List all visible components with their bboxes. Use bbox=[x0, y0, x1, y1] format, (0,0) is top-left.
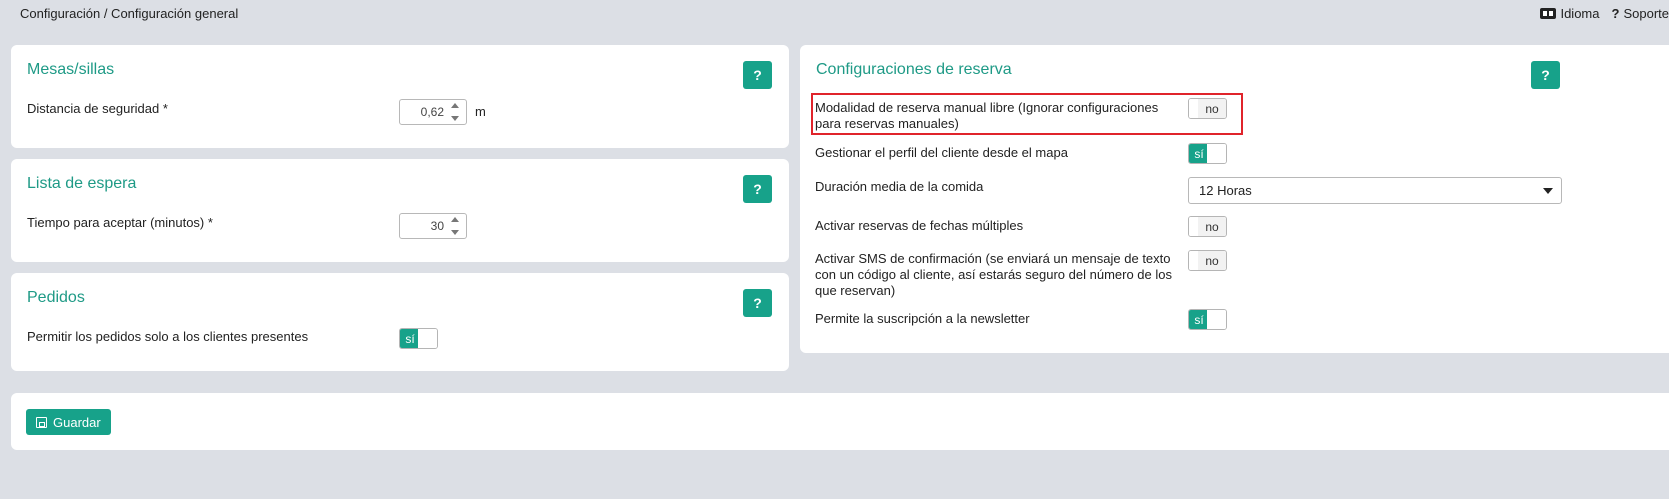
help-button[interactable]: ? bbox=[1531, 61, 1560, 89]
breadcrumb: Configuración / Configuración general bbox=[20, 5, 239, 21]
manual-free-toggle[interactable]: no bbox=[1188, 98, 1227, 119]
waitlist-card: Lista de espera ? Tiempo para aceptar (m… bbox=[11, 159, 789, 262]
spin-down-icon[interactable] bbox=[451, 116, 459, 121]
newsletter-toggle[interactable]: sí bbox=[1188, 309, 1227, 330]
accept-time-label: Tiempo para aceptar (minutos) * bbox=[27, 215, 213, 230]
language-label: Idioma bbox=[1560, 5, 1600, 21]
toggle-off-label: no bbox=[1198, 251, 1226, 270]
multi-date-label: Activar reservas de fechas múltiples bbox=[815, 218, 1024, 233]
toggle-off-label: no bbox=[1198, 99, 1226, 118]
manual-free-label: Modalidad de reserva manual libre (Ignor… bbox=[815, 100, 1159, 131]
sms-label: Activar SMS de confirmación (se enviará … bbox=[815, 251, 1172, 298]
meal-duration-label: Duración media de la comida bbox=[815, 179, 984, 194]
help-button[interactable]: ? bbox=[743, 61, 772, 89]
language-menu[interactable]: Idioma bbox=[1540, 5, 1600, 21]
top-right-menu: Idioma ? Soporte bbox=[1540, 6, 1669, 21]
spinner-arrows[interactable] bbox=[450, 217, 460, 235]
card-title: Mesas/sillas bbox=[27, 61, 115, 78]
newsletter-label: Permite la suscripción a la newsletter bbox=[815, 311, 1030, 326]
language-icon bbox=[1540, 7, 1557, 19]
spin-down-icon[interactable] bbox=[451, 230, 459, 235]
toggle-on-label: sí bbox=[400, 329, 420, 348]
accept-time-input[interactable]: 30 bbox=[399, 213, 467, 239]
present-only-toggle[interactable]: sí bbox=[399, 328, 438, 349]
save-icon bbox=[36, 416, 47, 428]
unit-label: m bbox=[475, 104, 486, 119]
client-profile-toggle[interactable]: sí bbox=[1188, 143, 1227, 164]
save-label: Guardar bbox=[53, 414, 101, 430]
question-icon: ? bbox=[1611, 5, 1620, 21]
sms-toggle[interactable]: no bbox=[1188, 250, 1227, 271]
present-only-label: Permitir los pedidos solo a los clientes… bbox=[27, 329, 309, 344]
card-title: Configuraciones de reserva bbox=[816, 61, 1012, 78]
card-title: Lista de espera bbox=[27, 175, 137, 192]
top-bar: Configuración / Configuración general Id… bbox=[0, 0, 1669, 26]
toggle-knob bbox=[418, 329, 437, 348]
meal-duration-value: 12 Horas bbox=[1199, 183, 1252, 198]
spin-up-icon[interactable] bbox=[451, 103, 459, 108]
help-button[interactable]: ? bbox=[743, 175, 772, 203]
meal-duration-select[interactable]: 12 Horas bbox=[1188, 177, 1562, 204]
toggle-knob bbox=[1207, 144, 1226, 163]
footer-card: Guardar bbox=[11, 393, 1669, 450]
orders-card: Pedidos ? Permitir los pedidos solo a lo… bbox=[11, 273, 789, 371]
support-menu[interactable]: ? Soporte bbox=[1612, 6, 1669, 21]
toggle-off-label: no bbox=[1198, 217, 1226, 236]
support-label: Soporte bbox=[1623, 5, 1669, 21]
chevron-down-icon bbox=[1543, 188, 1553, 194]
reservation-card: Configuraciones de reserva ? Modalidad d… bbox=[800, 45, 1669, 353]
toggle-on-label: sí bbox=[1189, 310, 1209, 329]
tables-card: Mesas/sillas ? Distancia de seguridad * … bbox=[11, 45, 789, 148]
multi-date-toggle[interactable]: no bbox=[1188, 216, 1227, 237]
spin-up-icon[interactable] bbox=[451, 217, 459, 222]
client-profile-label: Gestionar el perfil del cliente desde el… bbox=[815, 145, 1068, 160]
safety-distance-input[interactable]: 0,62 bbox=[399, 99, 467, 125]
toggle-on-label: sí bbox=[1189, 144, 1209, 163]
help-button[interactable]: ? bbox=[743, 289, 772, 317]
safety-distance-label: Distancia de seguridad * bbox=[27, 101, 168, 116]
accept-time-value: 30 bbox=[430, 219, 444, 233]
toggle-knob bbox=[1207, 310, 1226, 329]
card-title: Pedidos bbox=[27, 289, 85, 306]
safety-distance-value: 0,62 bbox=[420, 105, 444, 119]
spinner-arrows[interactable] bbox=[450, 103, 460, 121]
save-button[interactable]: Guardar bbox=[26, 409, 111, 435]
